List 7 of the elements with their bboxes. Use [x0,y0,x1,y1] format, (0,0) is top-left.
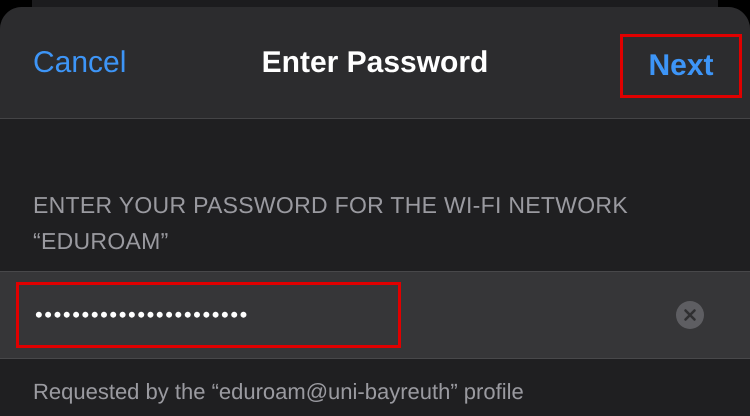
next-button[interactable]: Next [620,34,742,98]
cancel-button[interactable]: Cancel [33,46,126,80]
clear-icon[interactable] [676,301,704,329]
footer-text: Requested by the “eduroam@uni-bayreuth” profile [32,378,525,406]
password-field[interactable]: ••••••••••••••••••••••• [16,282,401,348]
section-header: ENTER YOUR PASSWORD FOR THE WI-FI NETWORK “EDUROAM” [32,191,629,256]
dialog-title: Enter Password [260,46,490,80]
